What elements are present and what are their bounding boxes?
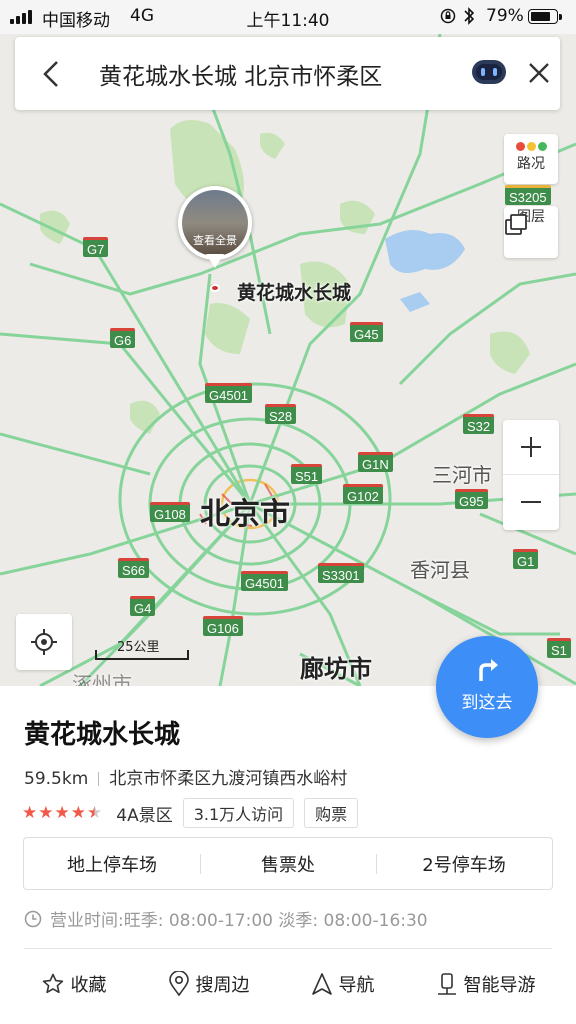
info-divider [98,772,100,786]
battery-icon [528,9,558,24]
facility-item[interactable]: 售票处 [200,851,376,877]
road-label: S3301 [318,563,364,583]
city-label-beijing: 北京市 [200,497,290,532]
my-location-button[interactable] [16,614,72,670]
road-label: S1 [547,638,571,658]
rating-star-icon: ★ [87,803,103,823]
city-label-zhuozhou: 涿州市 [72,672,132,686]
road-label: G4501 [205,383,253,403]
crosshair-icon [31,629,57,655]
opening-hours: 营业时间:旺季: 08:00-17:00 淡季: 08:00-16:30 [24,906,428,931]
rating-star-icon: ★ [54,803,70,823]
zoom-in-button[interactable] [503,420,559,475]
rotation-lock-icon [440,8,456,24]
road-label: G108 [150,502,190,522]
place-distance: 59.5km [24,769,89,789]
facility-item[interactable]: 2号停车场 [376,851,552,877]
road-label: S51 [291,464,323,484]
poi-panorama-marker[interactable]: 查看全景 [178,186,252,292]
rating-stars: ★ ★ ★ ★ ★ [22,803,102,823]
place-title: 黄花城水长城 [24,720,181,750]
favorite-label: 收藏 [70,975,107,996]
audio-guide-icon [437,973,456,995]
road-label: G106 [203,616,243,636]
road-label: S3205 [505,185,551,205]
search-query[interactable]: 黄花城水长城 北京市怀柔区 [99,57,382,91]
clock-icon [24,910,42,927]
rating-star-icon: ★ [22,803,38,823]
navigate-button[interactable]: 导航 [311,971,375,997]
traffic-lights-icon [504,142,558,151]
road-label: G1N [358,452,393,472]
rating-star-icon: ★ [38,803,54,823]
go-here-label: 到这去 [461,693,513,713]
facility-item[interactable]: 地上停车场 [24,851,200,877]
scenic-grade: 4A景区 [116,805,173,826]
search-bar: 黄花城水长城 北京市怀柔区 [15,37,560,110]
card-divider [24,948,552,949]
zoom-control [503,420,559,530]
battery-cap [559,14,562,20]
buy-ticket-tag[interactable]: 购票 [304,798,359,828]
close-icon[interactable] [525,59,553,87]
battery-percent: 79% [486,6,524,26]
action-bar: 收藏 搜周边 导航 智能导游 [0,971,576,997]
smart-guide-button[interactable]: 智能导游 [436,971,536,997]
map-scale: 25公里 [95,636,189,662]
scale-bar [95,650,189,660]
search-nearby-label: 搜周边 [195,975,250,996]
location-pin-icon [168,971,189,997]
road-label: S66 [118,558,150,578]
smart-guide-label: 智能导游 [463,975,536,996]
road-label: G45 [350,322,383,342]
road-label: G7 [83,237,109,257]
favorite-button[interactable]: 收藏 [41,971,107,997]
city-label-langfang: 廊坊市 [300,655,372,683]
panorama-caption: 查看全景 [193,234,237,247]
zoom-out-button[interactable] [503,475,559,530]
visits-tag: 3.1万人访问 [182,798,295,828]
poi-map-name: 黄花城水长城 [237,282,352,304]
back-arrow-icon[interactable] [37,57,67,91]
search-nearby-button[interactable]: 搜周边 [168,971,250,997]
plus-icon [521,437,541,457]
status-bar: 中国移动 4G 上午11:40 79% [0,0,576,34]
city-label-sanhe: 三河市 [432,463,492,487]
poi-location-dot [210,284,220,292]
traffic-toggle-button[interactable]: 路况 [504,134,558,184]
go-here-button[interactable]: 到这去 [436,636,538,738]
road-label: G95 [455,489,488,509]
traffic-label: 路况 [517,156,545,172]
facilities-row: 地上停车场 售票处 2号停车场 [23,837,553,890]
road-label: S28 [265,404,297,424]
road-label: G4501 [241,571,289,591]
city-label-xianghe: 香河县 [410,558,470,582]
place-address: 北京市怀柔区九渡河镇西水峪村 [109,769,348,789]
navigate-label: 导航 [338,975,375,996]
opening-hours-text: 营业时间:旺季: 08:00-17:00 淡季: 08:00-16:30 [50,911,428,931]
road-label: G102 [343,484,383,504]
navigation-arrow-icon [311,973,332,995]
layers-button[interactable]: 图层 [504,206,558,258]
map-view[interactable]: G7 G6 G45 G4501 S28 S32 S51 G1N G102 G10… [0,34,576,686]
star-outline-icon [42,973,63,994]
route-turn-icon [479,659,498,681]
place-rating-row: ★ ★ ★ ★ ★ 4A景区 3.1万人访问 购票 [22,798,359,828]
road-label: G4 [130,596,156,616]
road-label: G6 [110,328,136,348]
road-label: G1 [513,549,539,569]
layers-icon [505,214,527,235]
poi-marker-tail [206,254,224,268]
rating-star-icon: ★ [70,803,86,823]
road-label: S32 [463,414,495,434]
voice-assistant-icon[interactable] [471,57,507,87]
bluetooth-icon [464,7,475,25]
place-info-row: 59.5km 北京市怀柔区九渡河镇西水峪村 [24,764,347,789]
poi-photo-thumbnail: 查看全景 [182,190,248,256]
minus-icon [521,501,541,503]
